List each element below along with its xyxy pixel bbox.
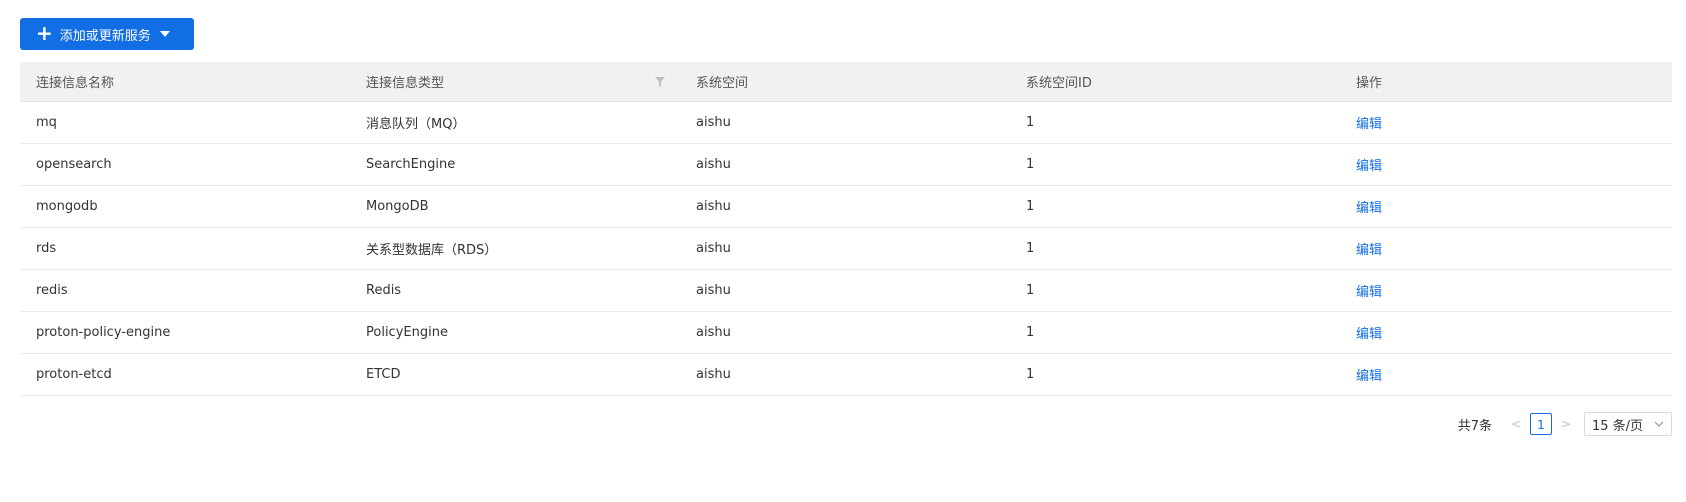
edit-link[interactable]: 编辑 — [1340, 281, 1672, 300]
add-button-label: 添加或更新服务 — [59, 28, 151, 44]
edit-link[interactable]: 编辑 — [1340, 239, 1672, 258]
cell-type: ETCD — [366, 367, 401, 382]
cell-space: aishu — [696, 115, 731, 130]
cell-name: rds — [36, 241, 57, 256]
table-row: mq 消息队列（MQ） aishu 1 编辑 — [20, 102, 1672, 144]
chevron-down-icon — [1654, 421, 1664, 427]
table-body: mq 消息队列（MQ） aishu 1 编辑 opensearch SearchEngine… — [20, 102, 1672, 396]
connection-table: 连接信息名称 连接信息类型 系统空间 系统空间ID 操作 mq 消息队列（MQ） a… — [20, 62, 1672, 396]
cell-space-id: 1 — [1026, 199, 1035, 214]
page-number-current[interactable]: 1 — [1530, 413, 1552, 435]
cell-name: redis — [36, 283, 68, 298]
cell-space-id: 1 — [1026, 283, 1035, 298]
cell-name: mongodb — [36, 199, 98, 214]
prev-page-icon[interactable]: < — [1506, 417, 1526, 431]
add-or-update-service-button[interactable]: + 添加或更新服务 — [20, 18, 194, 50]
table-row: redis Redis aishu 1 编辑 — [20, 270, 1672, 312]
filter-icon[interactable] — [655, 76, 665, 87]
cell-type: 关系型数据库（RDS） — [366, 243, 498, 258]
column-header-action: 操作 — [1356, 76, 1383, 91]
cell-space: aishu — [696, 199, 731, 214]
total-count: 共7条 — [1457, 418, 1492, 434]
table-header: 连接信息名称 连接信息类型 系统空间 系统空间ID 操作 — [20, 62, 1672, 102]
table-row: proton-etcd ETCD aishu 1 编辑 — [20, 354, 1672, 396]
table-row: mongodb MongoDB aishu 1 编辑 — [20, 186, 1672, 228]
edit-link[interactable]: 编辑 — [1340, 323, 1672, 342]
table-row: opensearch SearchEngine aishu 1 编辑 — [20, 144, 1672, 186]
column-header-space-id: 系统空间ID — [1026, 76, 1092, 91]
cell-type: SearchEngine — [366, 157, 456, 172]
cell-name: proton-policy-engine — [36, 325, 171, 340]
cell-space: aishu — [696, 325, 731, 340]
cell-space-id: 1 — [1026, 367, 1035, 382]
cell-space-id: 1 — [1026, 157, 1035, 172]
cell-space: aishu — [696, 367, 731, 382]
cell-name: proton-etcd — [36, 367, 112, 382]
table-row: proton-policy-engine PolicyEngine aishu 1 编辑 — [20, 312, 1672, 354]
next-page-icon[interactable]: > — [1556, 417, 1576, 431]
edit-link[interactable]: 编辑 — [1340, 113, 1672, 132]
table-row: rds 关系型数据库（RDS） aishu 1 编辑 — [20, 228, 1672, 270]
pagination: 共7条 < 1 > 15 条/页 — [1458, 411, 1672, 437]
edit-link[interactable]: 编辑 — [1340, 197, 1672, 216]
page-size-select[interactable]: 15 条/页 — [1584, 412, 1672, 436]
plus-icon: + — [36, 21, 53, 45]
cell-name: mq — [36, 115, 57, 130]
cell-space-id: 1 — [1026, 115, 1035, 130]
cell-space: aishu — [696, 283, 731, 298]
column-header-space: 系统空间 — [696, 76, 749, 91]
cell-space-id: 1 — [1026, 241, 1035, 256]
cell-name: opensearch — [36, 157, 112, 172]
page-size-value: 15 条/页 — [1592, 418, 1644, 434]
edit-link[interactable]: 编辑 — [1340, 365, 1672, 384]
cell-space-id: 1 — [1026, 325, 1035, 340]
cell-space: aishu — [696, 157, 731, 172]
edit-link[interactable]: 编辑 — [1340, 155, 1672, 174]
column-header-type: 连接信息类型 — [350, 72, 680, 91]
cell-space: aishu — [696, 241, 731, 256]
cell-type: MongoDB — [366, 199, 429, 214]
column-header-name: 连接信息名称 — [36, 76, 115, 91]
cell-type: PolicyEngine — [366, 325, 448, 340]
column-header-type-label: 连接信息类型 — [366, 76, 445, 91]
caret-down-icon[interactable] — [159, 31, 170, 37]
cell-type: 消息队列（MQ） — [366, 117, 466, 132]
cell-type: Redis — [366, 283, 402, 298]
